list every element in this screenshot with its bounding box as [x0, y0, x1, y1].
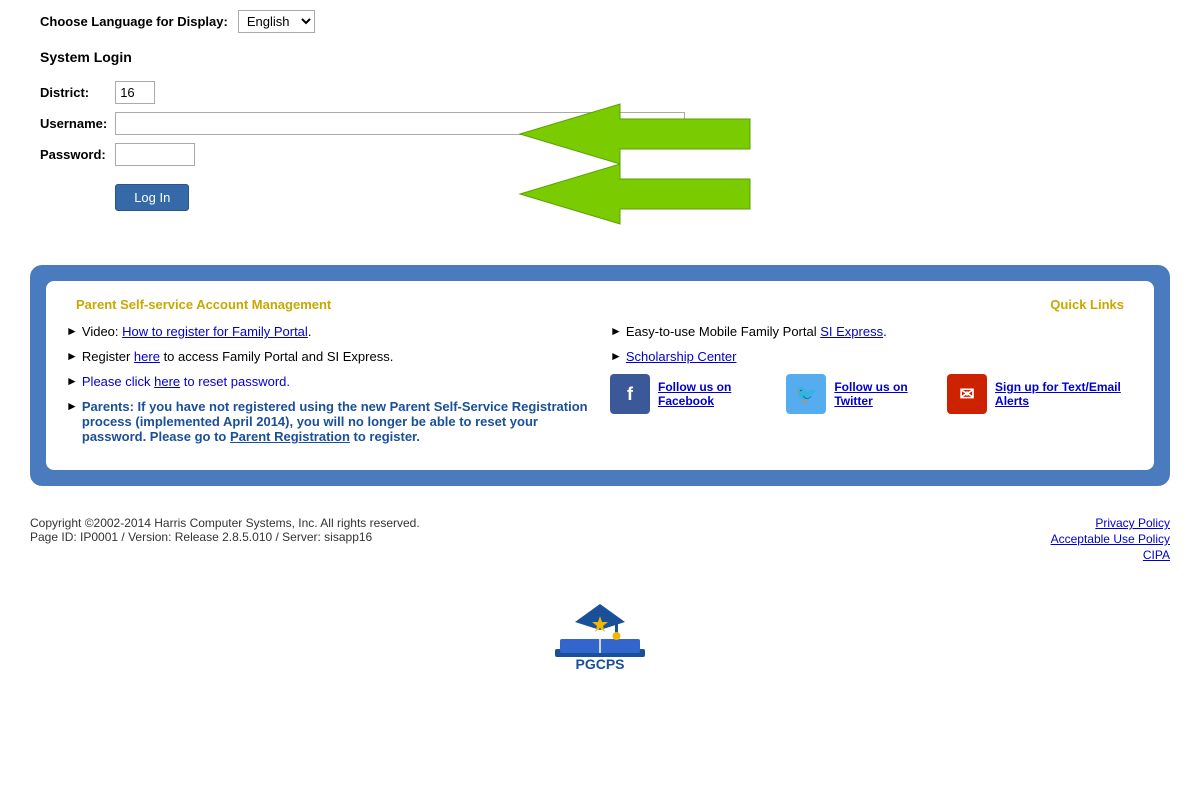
email-icon: ✉ — [947, 374, 987, 414]
acceptable-use-link[interactable]: Acceptable Use Policy — [1051, 532, 1170, 546]
info-panel-inner: Parent Self-service Account Management Q… — [46, 281, 1154, 470]
logo-section: PGCPS — [0, 594, 1200, 707]
panel-item-register: ► Register here to access Family Portal … — [66, 349, 590, 364]
bullet-3: ► — [66, 374, 78, 388]
username-input[interactable] — [115, 112, 685, 135]
family-portal-link[interactable]: How to register for Family Portal — [122, 324, 308, 339]
twitter-link[interactable]: Follow us on Twitter — [834, 380, 931, 408]
pgcps-logo: PGCPS — [540, 594, 660, 684]
facebook-item[interactable]: f Follow us on Facebook — [610, 374, 770, 414]
facebook-link[interactable]: Follow us on Facebook — [658, 380, 770, 408]
privacy-policy-link[interactable]: Privacy Policy — [1051, 516, 1170, 530]
password-input[interactable] — [115, 143, 195, 166]
panel-left-header: Parent Self-service Account Management — [76, 297, 331, 312]
panel-item-mobile: ► Easy-to-use Mobile Family Portal SI Ex… — [610, 324, 1134, 339]
twitter-item[interactable]: 🐦 Follow us on Twitter — [786, 374, 931, 414]
mobile-text: Easy-to-use Mobile Family Portal SI Expr… — [626, 324, 887, 339]
system-login-title: System Login — [40, 49, 1160, 65]
social-row: f Follow us on Facebook 🐦 Follow us on T… — [610, 374, 1134, 414]
bullet-2: ► — [66, 349, 78, 363]
parent-registration-link[interactable]: Parent Registration — [230, 429, 350, 444]
scholarship-center-link[interactable]: Scholarship Center — [626, 349, 737, 364]
footer: Copyright ©2002-2014 Harris Computer Sys… — [0, 506, 1200, 574]
language-label: Choose Language for Display: — [40, 14, 228, 29]
email-alerts-link[interactable]: Sign up for Text/Email Alerts — [995, 380, 1134, 408]
twitter-icon: 🐦 — [786, 374, 826, 414]
register-text: Register here to access Family Portal an… — [82, 349, 393, 364]
page-id-text: Page ID: IP0001 / Version: Release 2.8.5… — [30, 530, 420, 544]
panel-right-header: Quick Links — [1050, 297, 1124, 312]
video-text: Video: How to register for Family Portal… — [82, 324, 312, 339]
svg-text:PGCPS: PGCPS — [575, 656, 624, 672]
district-label: District: — [40, 77, 115, 108]
scholarship-text: Scholarship Center — [626, 349, 737, 364]
bullet-5: ► — [610, 324, 622, 338]
panel-item-video: ► Video: How to register for Family Port… — [66, 324, 590, 339]
bullet-6: ► — [610, 349, 622, 363]
panel-item-reset: ► Please click here to reset password. — [66, 374, 590, 389]
password-label: Password: — [40, 139, 115, 170]
footer-left: Copyright ©2002-2014 Harris Computer Sys… — [30, 516, 420, 544]
parents-text: Parents: If you have not registered usin… — [82, 399, 590, 444]
panel-item-scholarship: ► Scholarship Center — [610, 349, 1134, 364]
footer-right: Privacy Policy Acceptable Use Policy CIP… — [1051, 516, 1170, 564]
panel-right: ► Easy-to-use Mobile Family Portal SI Ex… — [610, 324, 1134, 454]
reset-text: Please click here to reset password. — [82, 374, 290, 389]
login-form: District: Username: Password: — [40, 77, 693, 215]
panel-headers: Parent Self-service Account Management Q… — [66, 297, 1134, 312]
reset-here-link[interactable]: here — [154, 374, 180, 389]
language-select[interactable]: English Spanish French — [238, 10, 315, 33]
register-here-link[interactable]: here — [134, 349, 160, 364]
panel-content: ► Video: How to register for Family Port… — [66, 324, 1134, 454]
panel-item-parents: ► Parents: If you have not registered us… — [66, 399, 590, 444]
panel-left: ► Video: How to register for Family Port… — [66, 324, 590, 454]
cipa-link[interactable]: CIPA — [1051, 548, 1170, 562]
info-panel: Parent Self-service Account Management Q… — [30, 265, 1170, 486]
bullet-4: ► — [66, 399, 78, 413]
district-input[interactable] — [115, 81, 155, 104]
login-button[interactable]: Log In — [115, 184, 189, 211]
copyright-text: Copyright ©2002-2014 Harris Computer Sys… — [30, 516, 420, 530]
bullet-1: ► — [66, 324, 78, 338]
email-item[interactable]: ✉ Sign up for Text/Email Alerts — [947, 374, 1134, 414]
facebook-icon: f — [610, 374, 650, 414]
si-express-link[interactable]: SI Express — [820, 324, 883, 339]
username-label: Username: — [40, 108, 115, 139]
